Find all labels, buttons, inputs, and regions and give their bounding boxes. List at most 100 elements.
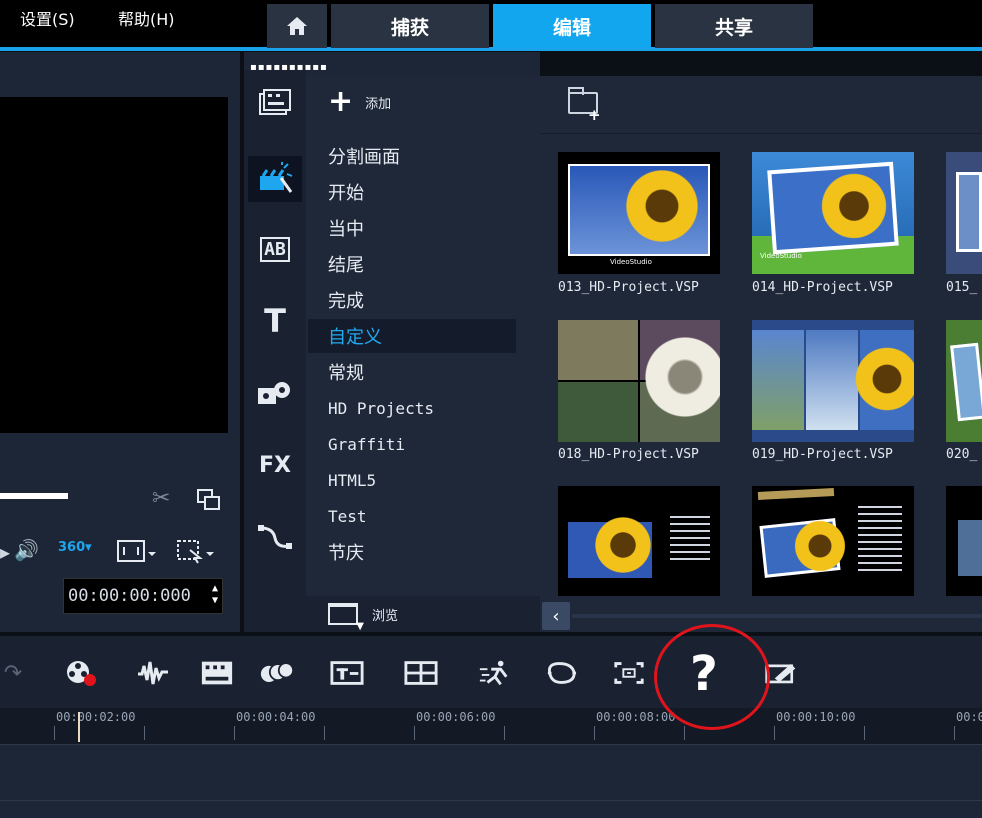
- thumbnail-row3-1[interactable]: [558, 486, 720, 596]
- split-screen-icon[interactable]: [404, 658, 438, 688]
- copy-clip-icon[interactable]: [196, 488, 222, 516]
- record-capture-icon[interactable]: [64, 658, 98, 688]
- timecode-value: 00:00:00:000: [68, 586, 191, 606]
- ruler-tick: [324, 726, 325, 740]
- thumbnail-018[interactable]: [558, 320, 720, 442]
- thumb-quad: [558, 382, 638, 442]
- motion-path-icon[interactable]: [248, 514, 302, 560]
- scissors-icon[interactable]: ✂: [152, 486, 170, 511]
- thumbnail-014[interactable]: VideoStudio: [752, 152, 914, 274]
- tick-label: 00:00:02:00: [56, 710, 136, 724]
- ruler-tick: [774, 726, 775, 740]
- ruler-tick: [54, 726, 55, 740]
- category-item[interactable]: 常规: [308, 355, 516, 389]
- mask-creator-icon[interactable]: [544, 658, 578, 688]
- thumb-caption: VideoStudio: [760, 252, 802, 260]
- thumbnail-015[interactable]: [946, 152, 982, 274]
- horizontal-scrollbar[interactable]: [572, 614, 982, 618]
- multi-camera-icon[interactable]: [200, 658, 234, 688]
- playhead[interactable]: [78, 712, 80, 742]
- category-item[interactable]: HD Projects: [308, 391, 516, 425]
- browse-button[interactable]: 浏览: [306, 596, 540, 632]
- category-item[interactable]: HTML5: [308, 463, 516, 497]
- graphics-icon[interactable]: [248, 370, 302, 416]
- thumbnail-013[interactable]: VideoStudio: [558, 152, 720, 274]
- 360-view-icon[interactable]: 360▾: [58, 540, 92, 555]
- motion-tracking-icon[interactable]: [478, 658, 512, 688]
- overlay-circles-icon[interactable]: [260, 658, 294, 688]
- plus-icon: +: [328, 84, 354, 119]
- title-t-icon[interactable]: T: [248, 298, 302, 344]
- thumb-caption: VideoStudio: [610, 258, 652, 266]
- ruler-tick: [234, 726, 235, 740]
- browse-icon: [328, 603, 364, 632]
- question-mark: ?: [690, 646, 718, 702]
- timecode-field[interactable]: 00:00:00:000 ▲ ▼: [63, 578, 223, 614]
- menu-help[interactable]: 帮助(H): [118, 6, 175, 30]
- crop-select-icon[interactable]: [176, 538, 218, 568]
- sound-mixer-icon[interactable]: [136, 658, 170, 688]
- tab-home[interactable]: [267, 4, 327, 48]
- thumb-strip: [757, 488, 835, 500]
- volume-icon[interactable]: 🔊: [14, 538, 39, 562]
- tick-label: 00:00:08:00: [596, 710, 676, 724]
- category-item[interactable]: Test: [308, 499, 516, 533]
- category-item-selected[interactable]: 自定义: [308, 319, 516, 353]
- redo-icon[interactable]: ↷: [0, 658, 30, 688]
- add-category-button[interactable]: + 添加: [328, 84, 392, 119]
- tab-capture[interactable]: 捕获: [331, 4, 489, 48]
- subtitle-editor-icon[interactable]: [330, 658, 364, 688]
- scroll-left-button[interactable]: ‹: [542, 602, 570, 630]
- thumbnail-row3-3[interactable]: [946, 486, 982, 596]
- preview-screen[interactable]: [0, 97, 228, 433]
- tab-share[interactable]: 共享: [655, 4, 813, 48]
- thumb-panel: [752, 330, 804, 430]
- transition-ab-label: AB: [260, 236, 290, 262]
- thumb-frame: [950, 342, 982, 422]
- thumb-panel: [806, 330, 858, 430]
- daisy-image: [642, 334, 720, 420]
- thumb-frame: [958, 520, 982, 576]
- tick-label: 00:0: [956, 710, 982, 724]
- ruler-tick: [684, 726, 685, 740]
- ruler-tick: [954, 726, 955, 740]
- sunflower-image: [792, 518, 848, 574]
- thumbnail-019[interactable]: [752, 320, 914, 442]
- aspect-ratio-icon[interactable]: [116, 538, 156, 568]
- play-edge-icon[interactable]: ▸: [0, 540, 10, 564]
- scrubber-bar[interactable]: [0, 493, 68, 499]
- category-item[interactable]: 节庆: [308, 535, 516, 569]
- transition-ab-icon[interactable]: AB: [248, 226, 302, 272]
- instant-project-icon[interactable]: [248, 156, 302, 202]
- ruler-tick: [864, 726, 865, 740]
- category-item[interactable]: 分割画面: [308, 139, 516, 173]
- folder-plus-icon: +: [588, 106, 601, 124]
- category-item[interactable]: 结尾: [308, 247, 516, 281]
- category-item[interactable]: 当中: [308, 211, 516, 245]
- thumbnail-label: 014_HD-Project.VSP: [752, 280, 893, 295]
- timeline-track[interactable]: [0, 744, 982, 818]
- grid-header: [540, 76, 982, 134]
- add-label: 添加: [365, 96, 392, 112]
- thumbnail-020[interactable]: [946, 320, 982, 442]
- menu-settings[interactable]: 设置(S): [20, 6, 75, 30]
- track-divider: [0, 800, 982, 801]
- category-item[interactable]: 开始: [308, 175, 516, 209]
- ruler-tick: [144, 726, 145, 740]
- thumb-text-lines: [670, 516, 710, 560]
- sunflower-image: [592, 514, 654, 576]
- timecode-spinner[interactable]: ▲ ▼: [212, 583, 218, 607]
- thumb-quad: [558, 320, 638, 380]
- ruler-tick: [504, 726, 505, 740]
- pan-zoom-icon[interactable]: [612, 658, 646, 688]
- fx-icon[interactable]: FX: [248, 442, 302, 488]
- sunflower-image: [852, 344, 914, 414]
- ruler-tick: [594, 726, 595, 740]
- tab-edit[interactable]: 编辑: [493, 4, 651, 48]
- browse-label: 浏览: [372, 608, 399, 624]
- category-item[interactable]: Graffiti: [308, 427, 516, 461]
- tick-label: 00:00:04:00: [236, 710, 316, 724]
- category-item[interactable]: 完成: [308, 283, 516, 317]
- thumbnail-row3-2[interactable]: [752, 486, 914, 596]
- media-library-icon[interactable]: [248, 80, 302, 126]
